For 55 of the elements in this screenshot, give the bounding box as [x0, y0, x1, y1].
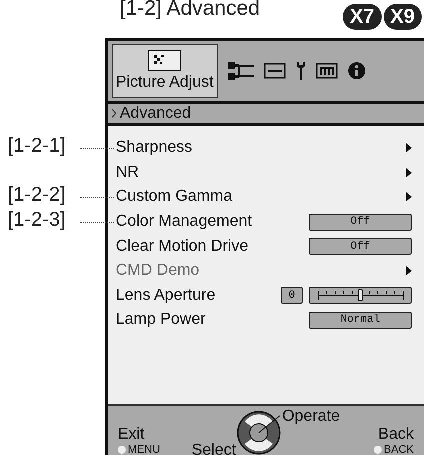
menu-item-label: Sharpness [116, 139, 192, 158]
menu-item-label: Custom Gamma [116, 188, 232, 206]
menu-item[interactable]: Lamp Power Normal [116, 308, 412, 333]
submenu-arrow-icon [406, 168, 412, 178]
menu-tab[interactable]: Picture Adjust [112, 44, 218, 98]
callout-label: [1-2-1] [8, 135, 66, 158]
value-field[interactable]: Normal [309, 312, 412, 329]
menu-item[interactable]: Sharpness [116, 136, 412, 161]
connector-icon [228, 60, 254, 82]
menu-item-label: Lamp Power [116, 311, 206, 330]
callout-label: [1-2-2] [8, 184, 66, 208]
submenu-arrow-icon [406, 143, 412, 154]
menu-tab[interactable] [296, 61, 306, 81]
picture-icon [148, 50, 182, 72]
menu-tab[interactable] [316, 63, 338, 79]
menu-item-label: CMD Demo [116, 262, 200, 280]
wrench-icon [296, 61, 306, 81]
chevron-icon [112, 109, 117, 118]
menu-item-label: Lens Aperture [116, 286, 216, 305]
menu-tab[interactable] [228, 60, 254, 82]
operate-label: Operate [282, 408, 340, 426]
menu-item[interactable]: Clear Motion Drive Off [116, 234, 412, 259]
info-icon [348, 62, 366, 80]
menu-tab[interactable] [348, 62, 366, 80]
exit-label: Exit [118, 426, 145, 444]
menu-item[interactable]: Custom Gamma [116, 185, 412, 210]
menu-item-label: NR [116, 164, 140, 182]
menu-item[interactable]: Lens Aperture 0 [116, 284, 412, 308]
model-badge: X7 [343, 4, 382, 30]
back-label: Back [378, 426, 414, 444]
leader-line [80, 148, 114, 149]
breadcrumb-text: Advanced [120, 104, 192, 122]
value-field[interactable]: Off [309, 214, 412, 231]
back-key-hint: BACK [374, 444, 414, 455]
callout-label: [1-2-3] [8, 208, 66, 232]
menu-item[interactable]: NR [116, 160, 412, 186]
submenu-arrow-icon [406, 192, 412, 202]
keyboard-icon [316, 63, 338, 79]
value-readout: 0 [281, 287, 303, 304]
slider-thumb[interactable] [358, 290, 363, 302]
select-label: Select [192, 442, 236, 455]
value-field[interactable]: Off [309, 238, 412, 256]
menu-tab[interactable] [264, 63, 286, 79]
section-title: [1-2] Advanced [120, 0, 260, 20]
screen-icon [264, 63, 286, 79]
slider[interactable] [309, 287, 412, 304]
menu-item[interactable]: Color Management Off [116, 210, 412, 234]
model-badge: X9 [384, 4, 422, 30]
leader-line [80, 197, 114, 198]
menu-item-label: Clear Motion Drive [116, 238, 248, 256]
submenu-arrow-icon [406, 266, 412, 276]
menu-key-hint: MENU [118, 444, 160, 455]
menu-item-label: Color Management [116, 213, 252, 232]
leader-line [80, 222, 114, 223]
dial-icon [236, 410, 282, 455]
